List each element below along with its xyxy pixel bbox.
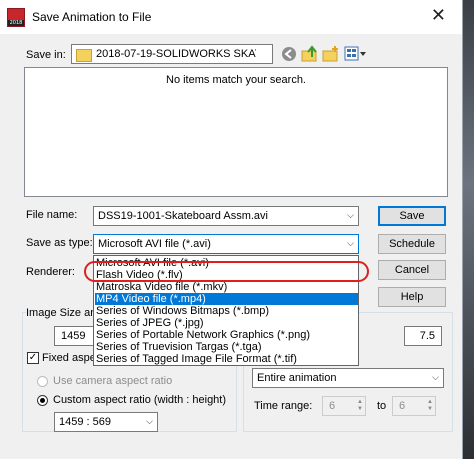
- chevron-down-icon[interactable]: ⌵: [432, 372, 439, 383]
- title-bar: 2018 Save Animation to File ✕: [0, 0, 462, 34]
- solidworks-app-icon: 2018: [7, 8, 25, 27]
- file-name-value: DSS19-1001-Skateboard Assm.avi: [98, 210, 268, 222]
- list-item[interactable]: Series of Portable Network Graphics (*.p…: [96, 329, 310, 341]
- custom-aspect-radio[interactable]: [37, 395, 48, 406]
- help-button[interactable]: Help: [378, 287, 446, 307]
- time-range-label: Time range:: [254, 400, 313, 412]
- list-item[interactable]: Series of JPEG (*.jpg): [96, 317, 204, 329]
- empty-message: No items match your search.: [166, 74, 306, 86]
- back-icon[interactable]: [281, 46, 297, 62]
- close-icon[interactable]: ✕: [431, 6, 446, 24]
- fps-value: 7.5: [419, 330, 435, 342]
- time-range-from-value: 6: [329, 400, 336, 412]
- save-in-value: 2018-07-19-SOLIDWORKS SKATEBC: [96, 48, 256, 60]
- folder-icon: [76, 49, 92, 62]
- range-mode-value: Entire animation: [257, 372, 337, 384]
- file-name-label: File name:: [26, 209, 78, 221]
- app-badge-text: 2018: [8, 20, 24, 26]
- save-in-combo[interactable]: 2018-07-19-SOLIDWORKS SKATEBC: [71, 44, 273, 64]
- renderer-label: Renderer:: [26, 266, 75, 278]
- camera-aspect-label: Use camera aspect ratio: [53, 375, 173, 387]
- camera-aspect-radio[interactable]: [37, 376, 48, 387]
- image-width-input[interactable]: 1459: [54, 326, 94, 346]
- up-folder-icon[interactable]: [301, 45, 319, 63]
- custom-aspect-label: Custom aspect ratio (width : height): [53, 394, 227, 406]
- custom-aspect-select[interactable]: 1459 : 569 ⌵: [54, 412, 158, 432]
- file-list-view[interactable]: No items match your search.: [24, 67, 448, 197]
- spinner-arrows-icon[interactable]: ▲ ▼: [427, 399, 433, 413]
- cancel-button[interactable]: Cancel: [378, 260, 446, 280]
- range-mode-select[interactable]: Entire animation ⌵: [252, 368, 444, 388]
- view-menu-icon[interactable]: [344, 46, 368, 62]
- spinner-arrows-icon[interactable]: ▲ ▼: [357, 399, 363, 413]
- chevron-down-icon[interactable]: ⌵: [146, 416, 153, 427]
- time-range-to-input[interactable]: 6 ▲ ▼: [392, 396, 436, 416]
- list-item[interactable]: Series of Truevision Targas (*.tga): [96, 341, 261, 353]
- chevron-down-icon[interactable]: ⌵: [347, 210, 354, 221]
- save-as-type-label: Save as type:: [26, 237, 93, 249]
- fixed-aspect-checkbox[interactable]: ✓: [27, 352, 39, 364]
- file-name-input[interactable]: DSS19-1001-Skateboard Assm.avi ⌵: [93, 206, 359, 226]
- list-item[interactable]: Matroska Video file (*.mkv): [96, 281, 227, 293]
- list-item-selected[interactable]: MP4 Video file (*.mp4): [95, 293, 358, 305]
- save-button[interactable]: Save: [378, 206, 446, 226]
- chevron-down-icon[interactable]: ⌵: [347, 238, 354, 249]
- save-as-type-value: Microsoft AVI file (*.avi): [98, 238, 211, 250]
- list-item[interactable]: Series of Windows Bitmaps (*.bmp): [96, 305, 269, 317]
- window-title: Save Animation to File: [32, 10, 152, 24]
- to-label: to: [377, 400, 387, 412]
- time-range-from-input[interactable]: 6 ▲ ▼: [322, 396, 366, 416]
- image-width-value: 1459: [61, 330, 86, 342]
- save-in-label: Save in:: [26, 49, 66, 61]
- save-animation-dialog: 2018 Save Animation to File ✕ Save in: 2…: [0, 0, 463, 459]
- desktop-background: [462, 0, 474, 459]
- highlight-annotation-circle: [84, 261, 369, 282]
- save-as-type-select[interactable]: Microsoft AVI file (*.avi) ⌵: [93, 234, 359, 254]
- time-range-to-value: 6: [399, 400, 406, 412]
- fps-input[interactable]: 7.5: [404, 326, 442, 346]
- custom-aspect-value: 1459 : 569: [59, 416, 111, 428]
- list-item[interactable]: Series of Tagged Image File Format (*.ti…: [96, 353, 297, 365]
- new-folder-icon[interactable]: [322, 45, 340, 63]
- schedule-button[interactable]: Schedule: [378, 234, 446, 254]
